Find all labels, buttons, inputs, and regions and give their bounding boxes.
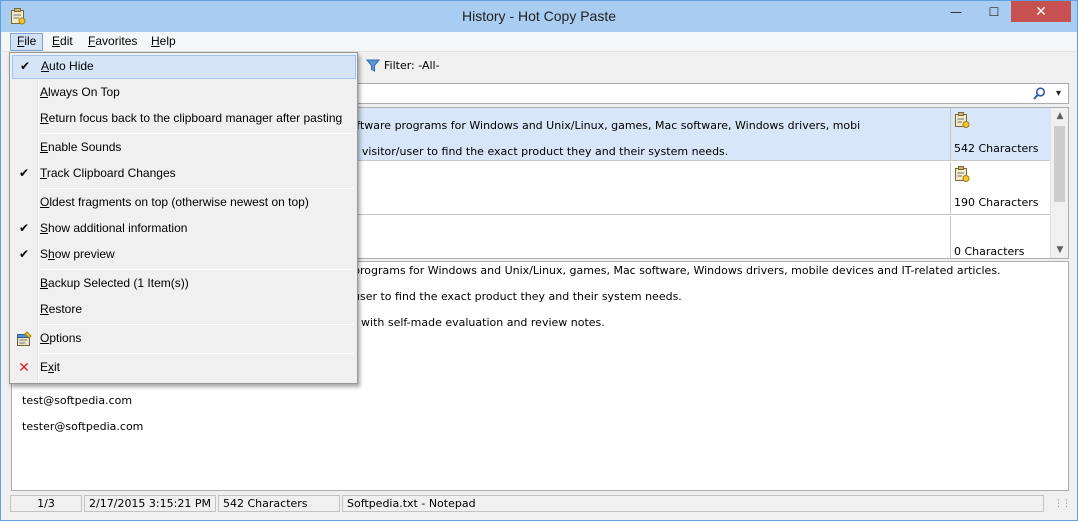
menu-help[interactable]: Help: [145, 33, 182, 51]
clip-meta: 542 Characters: [950, 108, 1050, 160]
preview-line: programs for Windows and Unix/Linux, gam…: [353, 264, 1001, 277]
scroll-thumb[interactable]: [1054, 126, 1065, 202]
menu-favorites[interactable]: Favorites: [82, 33, 143, 51]
checkmark-icon: ✔: [18, 247, 30, 261]
text-clip-icon: [955, 166, 970, 182]
menu-bar: File Edit Favorites Help: [2, 32, 1076, 52]
search-button[interactable]: ▾: [1028, 85, 1066, 102]
main-window: History - Hot Copy Paste — ☐ ✕ File Edit…: [0, 0, 1078, 521]
menu-item-restore[interactable]: Restore: [12, 298, 356, 322]
chevron-down-icon: ▾: [1055, 88, 1061, 99]
window-title: History - Hot Copy Paste: [461, 8, 617, 24]
clip-characters: 542 Characters: [954, 142, 1039, 155]
text-clip-icon: [955, 112, 970, 128]
menu-item-exit[interactable]: ✕ Exit: [12, 356, 356, 380]
status-item-count: 1/3: [10, 495, 82, 512]
menu-item-return-focus[interactable]: Return focus back to the clipboard manag…: [12, 107, 356, 131]
preview-line: r with self-made evaluation and review n…: [353, 316, 605, 329]
filter-label: Filter: -All-: [384, 59, 440, 72]
minimize-button[interactable]: —: [941, 1, 971, 22]
menu-item-always-on-top[interactable]: Always On Top: [12, 81, 356, 105]
file-menu-dropdown: ✔ Auto Hide Always On Top Return focus b…: [9, 52, 358, 384]
menu-item-oldest-on-top[interactable]: Oldest fragments on top (otherwise newes…: [12, 191, 356, 215]
menu-separator: [40, 269, 354, 270]
status-source: Softpedia.txt - Notepad: [342, 495, 1044, 512]
menu-edit[interactable]: Edit: [46, 33, 79, 51]
menu-item-options[interactable]: Options: [12, 327, 356, 351]
menu-separator: [40, 133, 354, 134]
status-characters: 542 Characters: [218, 495, 340, 512]
title-bar[interactable]: History - Hot Copy Paste — ☐ ✕: [1, 1, 1077, 32]
checkmark-icon: ✔: [18, 166, 30, 180]
menu-file[interactable]: File: [10, 33, 44, 51]
status-datetime: 2/17/2015 3:15:21 PM: [84, 495, 216, 512]
checkmark-icon: ✔: [18, 221, 30, 235]
menu-item-show-preview[interactable]: ✔ Show preview: [12, 243, 356, 267]
exit-icon: ✕: [18, 359, 30, 375]
clip-list-scrollbar[interactable]: ▲ ▼: [1050, 108, 1068, 258]
clip-characters: 0 Characters: [954, 245, 1025, 258]
funnel-icon: [366, 59, 380, 72]
preview-line: tester@softpedia.com: [22, 420, 144, 433]
preview-line: test@softpedia.com: [22, 394, 133, 407]
menu-item-enable-sounds[interactable]: Enable Sounds: [12, 136, 356, 160]
clip-characters: 190 Characters: [954, 196, 1039, 209]
maximize-button[interactable]: ☐: [979, 1, 1009, 22]
menu-separator: [40, 188, 354, 189]
close-button[interactable]: ✕: [1011, 1, 1071, 22]
checkmark-icon: ✔: [19, 59, 31, 73]
scroll-up-icon[interactable]: ▲: [1051, 111, 1068, 121]
options-icon: [17, 331, 32, 346]
filter-button[interactable]: Filter: -All-: [366, 59, 440, 72]
menu-separator: [40, 353, 354, 354]
preview-line: user to find the exact product they and …: [353, 290, 682, 303]
menu-item-show-info[interactable]: ✔ Show additional information: [12, 217, 356, 241]
clip-meta: 190 Characters: [950, 162, 1050, 214]
status-bar: 1/3 2/17/2015 3:15:21 PM 542 Characters …: [2, 493, 1076, 515]
clip-meta: 0 Characters: [950, 216, 1050, 258]
menu-separator: [40, 324, 354, 325]
menu-item-backup[interactable]: Backup Selected (1 Item(s)): [12, 272, 356, 296]
menu-item-track-clipboard[interactable]: ✔ Track Clipboard Changes: [12, 162, 356, 186]
resize-grip-icon[interactable]: ⋮⋮: [1054, 499, 1071, 509]
search-icon: [1033, 87, 1046, 100]
scroll-down-icon[interactable]: ▼: [1051, 245, 1068, 255]
menu-item-auto-hide[interactable]: ✔ Auto Hide: [12, 55, 356, 79]
